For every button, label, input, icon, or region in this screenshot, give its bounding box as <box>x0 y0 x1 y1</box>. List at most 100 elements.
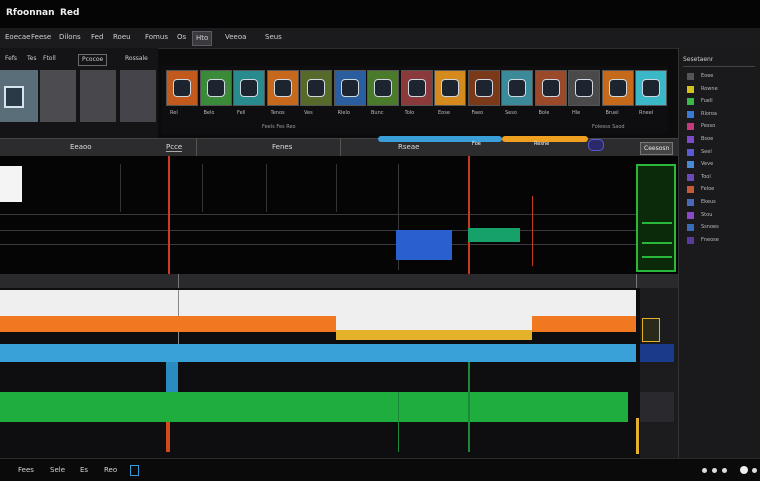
preview-tab[interactable]: Ftoll <box>40 54 59 64</box>
clip-thumbnail-icon <box>441 79 459 97</box>
playhead-marker[interactable] <box>168 156 170 274</box>
square-icon[interactable] <box>130 465 139 476</box>
menu-item[interactable]: Roeu <box>110 31 134 44</box>
menu-item[interactable]: Os <box>174 31 189 44</box>
panel-item[interactable]: Eoee <box>687 72 753 82</box>
track-clip-blue[interactable] <box>0 344 636 362</box>
panel-item[interactable]: Fuell <box>687 97 753 107</box>
dot-icon[interactable] <box>722 468 727 473</box>
media-clip[interactable] <box>635 70 667 106</box>
preview-tab[interactable]: Pcocoe <box>78 54 108 66</box>
media-clip[interactable] <box>568 70 600 106</box>
menu-item[interactable]: Feese <box>28 31 54 44</box>
media-clip[interactable] <box>300 70 332 106</box>
panel-item-label: Bsoe <box>701 136 714 142</box>
marker-line[interactable] <box>468 156 470 274</box>
panel-item-label: Ekeus <box>701 199 716 205</box>
menu-item[interactable]: Hto <box>192 31 213 46</box>
media-clip[interactable] <box>166 70 198 106</box>
preview-pane: Fefs Tes Ftoll Pcocoe Rossale <box>0 48 158 138</box>
marker-line <box>398 392 399 452</box>
section-button[interactable]: Ceesosn <box>640 142 674 155</box>
media-clip[interactable] <box>367 70 399 106</box>
panel-item[interactable]: Rloroa <box>687 110 753 120</box>
panel-item[interactable]: Rowne <box>687 85 753 95</box>
media-clip[interactable] <box>534 70 567 106</box>
media-clip[interactable] <box>434 70 466 106</box>
menu-item[interactable]: Dilons <box>56 31 84 44</box>
clip-block-blue[interactable] <box>396 230 452 260</box>
media-clip[interactable] <box>400 70 433 106</box>
clip-thumb[interactable] <box>0 166 22 202</box>
right-panel-header: Sesetaenr <box>683 56 714 63</box>
panel-item[interactable]: Ekeus <box>687 198 753 208</box>
panel-item[interactable]: Stou <box>687 211 753 221</box>
preview-tab[interactable]: Tes <box>24 54 39 64</box>
media-clip-label: Rlelo <box>337 110 350 116</box>
panel-item-label: Seel <box>701 148 712 155</box>
preview-tab[interactable]: Fefs <box>2 54 20 64</box>
panel-item[interactable]: Bsoe <box>687 135 753 145</box>
track-slot[interactable] <box>640 392 674 422</box>
panel-item[interactable]: Tool <box>687 173 753 183</box>
preview-tile[interactable] <box>80 70 116 122</box>
timeline-ruler[interactable] <box>0 274 678 288</box>
media-clip-label: Eose <box>438 110 450 116</box>
section-label: Fenes <box>272 143 293 151</box>
track-clip-blue-small[interactable] <box>166 362 178 392</box>
track-toggle[interactable] <box>642 318 660 342</box>
section-label[interactable]: Pcce <box>166 143 183 152</box>
title-bar-item[interactable]: Red <box>60 8 79 18</box>
track-clip-yellow[interactable] <box>336 330 532 340</box>
bottom-item[interactable]: Sele <box>50 466 65 474</box>
bottom-item[interactable]: Reo <box>104 466 117 474</box>
marker-line[interactable] <box>532 196 533 266</box>
track-clip-white[interactable] <box>0 290 636 316</box>
gridline <box>266 164 267 212</box>
media-clip[interactable] <box>467 70 500 106</box>
panel-item[interactable]: Seel <box>687 148 753 158</box>
bottom-item[interactable]: Es <box>80 466 88 474</box>
dot-icon[interactable] <box>712 468 717 473</box>
media-clip[interactable] <box>233 70 265 106</box>
preview-tile[interactable] <box>0 70 38 122</box>
gridline <box>336 164 337 212</box>
panel-item[interactable]: Veve <box>687 160 753 170</box>
menu-item[interactable]: Seus <box>262 31 285 44</box>
menu-item[interactable]: Fomus <box>142 31 171 44</box>
media-clip[interactable] <box>333 70 366 106</box>
media-clip-label: Rneel <box>639 110 654 116</box>
track-clip-green[interactable] <box>0 392 628 422</box>
media-clip[interactable] <box>501 70 533 106</box>
preview-tile[interactable] <box>120 70 156 122</box>
range-bar-blue[interactable] <box>378 136 502 142</box>
panel-item-label: Veve <box>701 161 714 168</box>
media-clip[interactable] <box>601 70 634 106</box>
panel-item[interactable]: Pesso <box>687 122 753 132</box>
color-swatch-icon <box>687 173 694 181</box>
range-handle[interactable] <box>588 139 604 151</box>
panel-item[interactable]: Feloe <box>687 185 753 195</box>
dot-icon[interactable] <box>702 468 707 473</box>
preview-tab[interactable]: Rossale <box>122 54 151 64</box>
panel-item-label: Ssnoes <box>701 224 719 231</box>
dot-icon[interactable] <box>752 468 757 473</box>
bottom-item[interactable]: Fees <box>18 466 34 474</box>
panel-item-label: Fneose <box>701 236 719 243</box>
clip-block-teal[interactable] <box>468 228 520 242</box>
menu-item[interactable]: Veeoa <box>222 31 249 44</box>
panel-item[interactable]: Ssnoes <box>687 223 753 233</box>
media-clip-label: Hle <box>572 110 581 116</box>
track-clip-white-overlay[interactable] <box>336 316 532 330</box>
marker-line[interactable] <box>166 422 170 452</box>
media-clip[interactable] <box>266 70 299 106</box>
clip-thumbnail-icon <box>474 79 493 97</box>
panel-item[interactable]: Fneose <box>687 236 753 246</box>
status-dot-icon[interactable] <box>740 466 748 474</box>
preview-tile[interactable] <box>40 70 76 122</box>
track-clip-orange[interactable] <box>0 316 636 332</box>
menu-item[interactable]: Fed <box>88 31 106 44</box>
track-slot[interactable] <box>640 344 674 362</box>
media-clip[interactable] <box>199 70 232 106</box>
track-side-controls <box>640 288 678 458</box>
